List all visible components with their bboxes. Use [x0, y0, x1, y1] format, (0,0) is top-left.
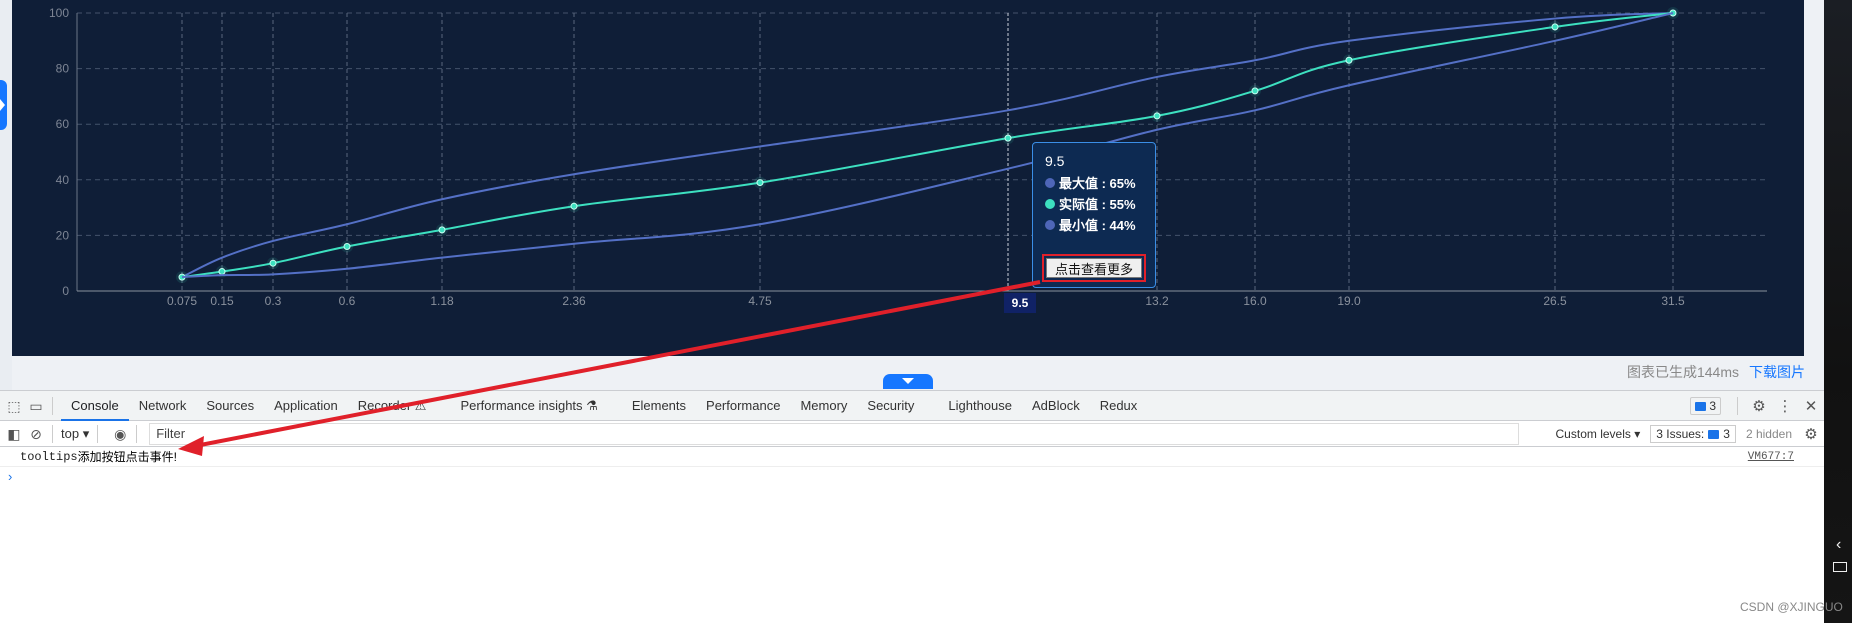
- tab-performance[interactable]: Performance: [696, 391, 790, 421]
- y-tick-label: 100: [49, 6, 69, 20]
- series-dot-icon: [1045, 177, 1055, 188]
- axis-pointer-label: 9.5: [1004, 293, 1036, 313]
- series-dot-icon: [1045, 219, 1055, 230]
- divider: [136, 424, 138, 443]
- series-line-actual: [181, 12, 1674, 279]
- divider: [52, 424, 53, 443]
- monitor-icon[interactable]: [1833, 562, 1847, 572]
- tab-network[interactable]: Network: [129, 391, 197, 421]
- tab-redux[interactable]: Redux: [1090, 391, 1148, 421]
- x-tick-label: 19.0: [1337, 294, 1361, 308]
- series-dot-icon: [1045, 198, 1055, 209]
- divider: [52, 396, 53, 415]
- y-tick-label: 80: [56, 62, 70, 76]
- right-dark-strip: [1824, 0, 1852, 623]
- tab-security[interactable]: Security: [857, 391, 924, 421]
- data-point: [269, 259, 277, 267]
- sidebar-toggle-icon[interactable]: ◧: [6, 426, 22, 442]
- x-tick-label: 13.2: [1145, 294, 1169, 308]
- tab-sources[interactable]: Sources: [196, 391, 264, 421]
- tab-recorder[interactable]: Recorder ⚠: [348, 391, 437, 421]
- x-tick-label: 2.36: [562, 294, 586, 308]
- tabbar-actions: 3 ⚙ ⋮ ✕: [1690, 391, 1824, 421]
- context-selector[interactable]: top ▾: [61, 426, 89, 442]
- console-filter-input[interactable]: [149, 422, 1520, 445]
- message-icon: [1708, 429, 1720, 439]
- inspect-element-icon[interactable]: ⬚: [6, 398, 22, 414]
- console-toolbar: ◧ ⊘ top ▾ ◉ Custom levels ▾ 3 Issues:3 2…: [0, 421, 1824, 447]
- y-tick-label: 40: [56, 173, 70, 187]
- data-point: [343, 243, 351, 251]
- download-image-link[interactable]: 下载图片: [1749, 364, 1805, 380]
- x-tick-label: 0.075: [167, 294, 197, 308]
- tooltip-row-actual: 实际值 : 55%: [1045, 193, 1155, 214]
- close-icon[interactable]: ✕: [1798, 397, 1824, 415]
- x-tick-label: 0.3: [265, 294, 282, 308]
- toolbar-right: Custom levels ▾ 3 Issues: 3 2 hidden ⚙: [1556, 421, 1824, 447]
- clear-console-icon[interactable]: ⊘: [28, 426, 44, 442]
- line-chart: 0 20 40 60 80 100 0.075 0.15 0.3 0.6 1.18 2.36 4.75 1…: [49, 6, 1767, 308]
- data-point: [218, 268, 226, 276]
- console-prompt[interactable]: ›: [0, 467, 1824, 487]
- hidden-count: 2 hidden: [1745, 427, 1792, 441]
- x-tick-label: 16.0: [1243, 294, 1267, 308]
- y-tick-label: 20: [56, 228, 70, 242]
- tab-memory[interactable]: Memory: [790, 391, 857, 421]
- more-options-icon[interactable]: ⋮: [1772, 397, 1798, 415]
- data-point: [1153, 112, 1161, 120]
- live-expression-eye-icon[interactable]: ◉: [112, 426, 128, 442]
- devtools-tabbar: ⬚ ▭ Console Network Sources Application …: [0, 391, 1824, 421]
- message-icon: [1695, 401, 1707, 411]
- tooltip-title: 9.5: [1045, 153, 1065, 169]
- log-levels-dropdown[interactable]: Custom levels ▾: [1556, 427, 1641, 441]
- series-line-max: [181, 12, 1674, 278]
- data-point: [1251, 87, 1259, 95]
- chart-tooltip: 9.5 最大值 : 65% 实际值 : 55% 最小值 : 44% 点击查看更多: [1032, 142, 1156, 288]
- data-point: [438, 226, 446, 234]
- tab-console[interactable]: Console: [61, 391, 129, 421]
- y-tick-label: 0: [62, 284, 69, 298]
- tab-elements[interactable]: Elements: [622, 391, 696, 421]
- chevron-left-icon[interactable]: ‹: [1836, 536, 1841, 554]
- console-settings-gear-icon[interactable]: ⚙: [1798, 425, 1824, 443]
- left-sidebar-strip: [0, 0, 12, 390]
- source-link[interactable]: VM677:7: [1748, 451, 1794, 463]
- watermark: CSDN @XJINGUO: [1740, 600, 1843, 614]
- render-time-status: 图表已生成144ms: [1626, 364, 1739, 380]
- messages-badge[interactable]: 3: [1690, 397, 1721, 415]
- issues-button[interactable]: 3 Issues: 3: [1650, 425, 1736, 443]
- data-point: [1551, 23, 1559, 31]
- device-toolbar-icon[interactable]: ▭: [28, 398, 44, 414]
- divider: [1737, 397, 1738, 415]
- x-tick-label: 0.15: [210, 294, 234, 308]
- x-tick-label: 0.6: [339, 294, 356, 308]
- view-more-button[interactable]: 点击查看更多: [1046, 258, 1142, 278]
- data-point: [1004, 134, 1012, 142]
- chart-panel: 0 20 40 60 80 100 0.075 0.15 0.3 0.6 1.18 2.36 4.75 1…: [12, 0, 1804, 356]
- console-message: tooltips 添加按钮点击事件! VM677:7: [0, 447, 1824, 467]
- settings-gear-icon[interactable]: ⚙: [1746, 397, 1772, 415]
- devtools-panel: ⬚ ▭ Console Network Sources Application …: [0, 390, 1824, 623]
- sidebar-expand-handle[interactable]: [0, 80, 7, 130]
- tab-application[interactable]: Application: [264, 391, 348, 421]
- highlight-box: 点击查看更多: [1042, 254, 1146, 282]
- tab-adblock[interactable]: AdBlock: [1022, 391, 1090, 421]
- x-tick-label: 1.18: [430, 294, 454, 308]
- x-tick-label: 31.5: [1661, 294, 1685, 308]
- data-point: [570, 202, 578, 210]
- collapse-panel-button[interactable]: [883, 374, 933, 389]
- x-tick-label: 26.5: [1543, 294, 1567, 308]
- data-point: [1345, 56, 1353, 64]
- tab-performance-insights[interactable]: Performance insights ⚗: [450, 391, 607, 421]
- x-tick-label: 4.75: [748, 294, 772, 308]
- divider: [97, 424, 99, 443]
- chart-footer: 图表已生成144ms 下载图片: [1627, 362, 1805, 382]
- tooltip-row-min: 最小值 : 44%: [1045, 214, 1155, 235]
- data-point: [756, 179, 764, 187]
- tooltip-row-max: 最大值 : 65%: [1045, 172, 1155, 193]
- y-tick-label: 60: [56, 117, 70, 131]
- tab-lighthouse[interactable]: Lighthouse: [938, 391, 1022, 421]
- series-line-min: [181, 12, 1674, 279]
